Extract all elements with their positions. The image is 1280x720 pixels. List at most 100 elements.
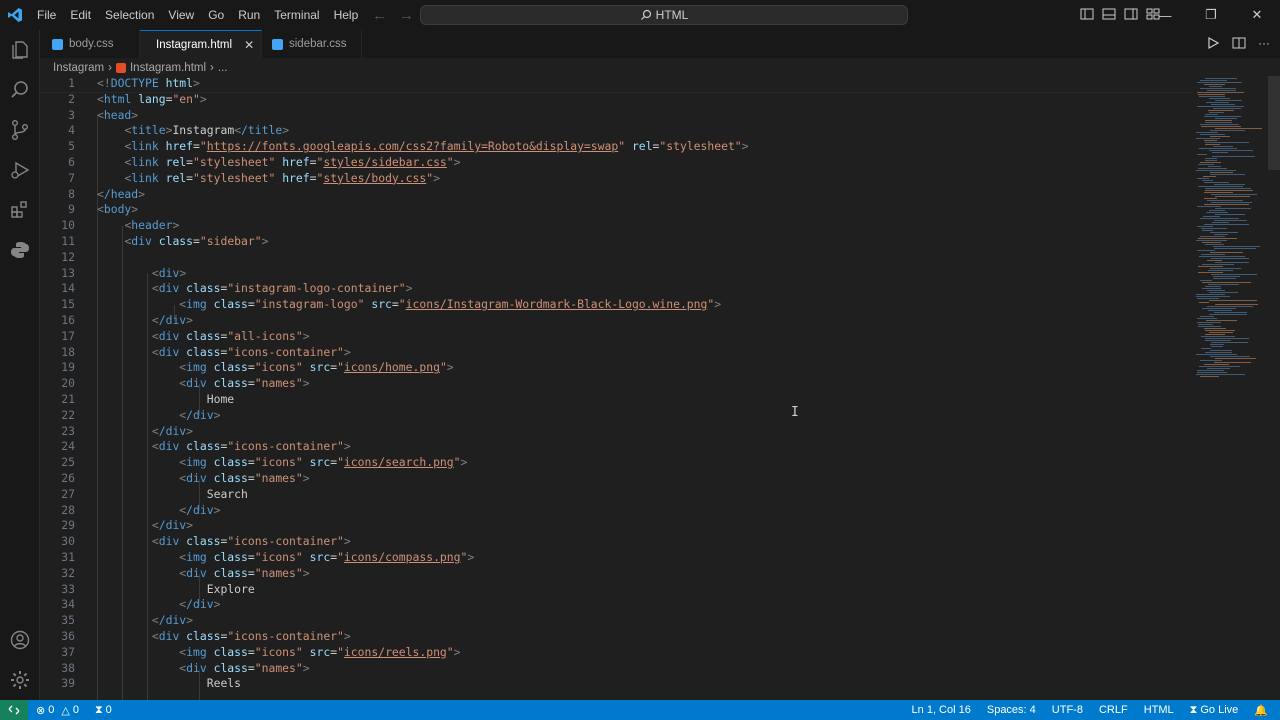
minimap-line [1205,114,1218,115]
minimize-icon[interactable]: — [1142,0,1188,30]
minimap-line [1204,364,1229,365]
toggle-primary-sidebar-icon[interactable] [1080,7,1094,21]
minimap-line [1214,234,1228,235]
end-of-line[interactable]: CRLF [1099,704,1128,716]
breadcrumb-file[interactable]: Instagram.html [130,62,206,74]
settings-gear-icon[interactable] [0,660,40,700]
vertical-scrollbar[interactable] [1268,76,1280,170]
minimap-line [1199,302,1209,303]
toggle-panel-icon[interactable] [1102,7,1116,21]
minimap-line [1197,370,1224,371]
tab-instagram-html[interactable]: Instagram.html ✕ [140,30,262,58]
toggle-secondary-sidebar-icon[interactable] [1124,7,1138,21]
search-icon [640,9,651,20]
minimap-line [1198,326,1221,327]
menu-selection[interactable]: Selection [98,0,161,30]
indentation[interactable]: Spaces: 4 [987,704,1036,716]
command-center-label: HTML [655,8,689,22]
code-line: 3 <head> [68,107,139,122]
code-line: 25 <img class="icons" src="icons/search.… [61,455,468,470]
close-tab-icon[interactable]: ✕ [244,38,254,52]
extensions-icon[interactable] [0,190,40,230]
minimap-line [1197,82,1242,83]
menu-go[interactable]: Go [201,0,231,30]
search-sidebar-icon[interactable] [0,70,40,110]
minimap-line [1197,322,1221,323]
minimap-line [1196,240,1227,241]
minimap-line [1208,166,1221,167]
go-live-button[interactable]: ⧗ Go Live [1190,704,1239,717]
minimap-line [1211,274,1257,275]
breadcrumb-folder[interactable]: Instagram [53,62,104,74]
minimap-line [1204,328,1226,329]
code-line: 7 <link rel="stylesheet" href="styles/bo… [68,170,440,185]
back-arrow-icon[interactable]: ← [372,7,387,24]
more-actions-icon[interactable]: ··· [1258,36,1270,50]
minimap-line [1215,128,1262,129]
menu-help[interactable]: Help [327,0,366,30]
minimap-line [1213,276,1240,277]
encoding[interactable]: UTF-8 [1052,704,1083,716]
ports-indicator[interactable]: ⧗ 0 [95,704,112,717]
minimap-line [1215,304,1258,305]
minimap-line [1212,156,1255,157]
explorer-icon[interactable] [0,30,40,70]
menu-terminal[interactable]: Terminal [267,0,326,30]
minimap-line [1205,330,1235,331]
command-center[interactable]: HTML [420,5,908,25]
menu-bar: File Edit Selection View Go Run Terminal… [30,0,365,30]
notifications-bell-icon[interactable]: 🔔 [1254,704,1268,717]
restore-icon[interactable]: ❐ [1188,0,1234,30]
tab-body-css[interactable]: body.css [40,30,140,58]
menu-file[interactable]: File [30,0,63,30]
problems-indicator[interactable]: ⊗ 0 △ 0 [36,704,79,717]
code-line: 22 </div> [61,407,221,422]
code-line: 8 </head> [68,186,146,201]
minimap-line [1198,266,1223,267]
run-file-icon[interactable] [1206,36,1220,50]
breadcrumb-more[interactable]: ... [218,62,228,74]
minimap-line [1200,280,1212,281]
minimap-line [1204,224,1249,225]
code-line: 17 <div class="all-icons"> [61,328,310,343]
code-line: 21 Home [61,392,235,406]
minimap-line [1215,118,1237,119]
minimap-line [1207,290,1225,291]
minimap[interactable] [1190,76,1270,700]
minimap-line [1202,180,1213,181]
minimap-line [1205,286,1221,287]
python-icon[interactable] [0,230,40,270]
minimap-line [1198,238,1237,239]
run-debug-icon[interactable] [0,150,40,190]
menu-run[interactable]: Run [231,0,267,30]
forward-arrow-icon[interactable]: → [399,7,414,24]
mouse-cursor-icon: I [791,405,799,420]
code-line: 11 <div class="sidebar"> [61,234,269,248]
cursor-position[interactable]: Ln 1, Col 16 [912,704,971,716]
accounts-icon[interactable] [0,620,40,660]
minimap-line [1212,222,1229,223]
split-editor-icon[interactable] [1232,36,1246,50]
close-window-icon[interactable]: ✕ [1234,0,1280,30]
warning-icon: △ [61,704,70,717]
minimap-line [1204,116,1241,117]
minimap-line [1211,346,1223,347]
language-mode[interactable]: HTML [1144,704,1174,716]
title-bar: File Edit Selection View Go Run Terminal… [0,0,1280,30]
minimap-line [1214,184,1245,185]
code-line: 2 <html lang="en"> [68,91,207,106]
minimap-line [1201,348,1211,349]
menu-edit[interactable]: Edit [63,0,98,30]
code-editor[interactable]: 1 <!DOCTYPE html> 2 <html lang="en"> 3 <hea… [40,76,1190,700]
minimap-line [1205,78,1237,79]
minimap-line [1203,176,1216,177]
minimap-line [1197,298,1219,299]
minimap-line [1202,230,1213,231]
tab-sidebar-css[interactable]: sidebar.css [262,30,362,58]
remote-indicator-icon[interactable] [0,700,28,720]
minimap-line [1200,360,1222,361]
source-control-icon[interactable] [0,110,40,150]
minimap-line [1197,154,1207,155]
code-line: 31 <img class="icons" src="icons/compass… [61,550,475,564]
menu-view[interactable]: View [161,0,201,30]
